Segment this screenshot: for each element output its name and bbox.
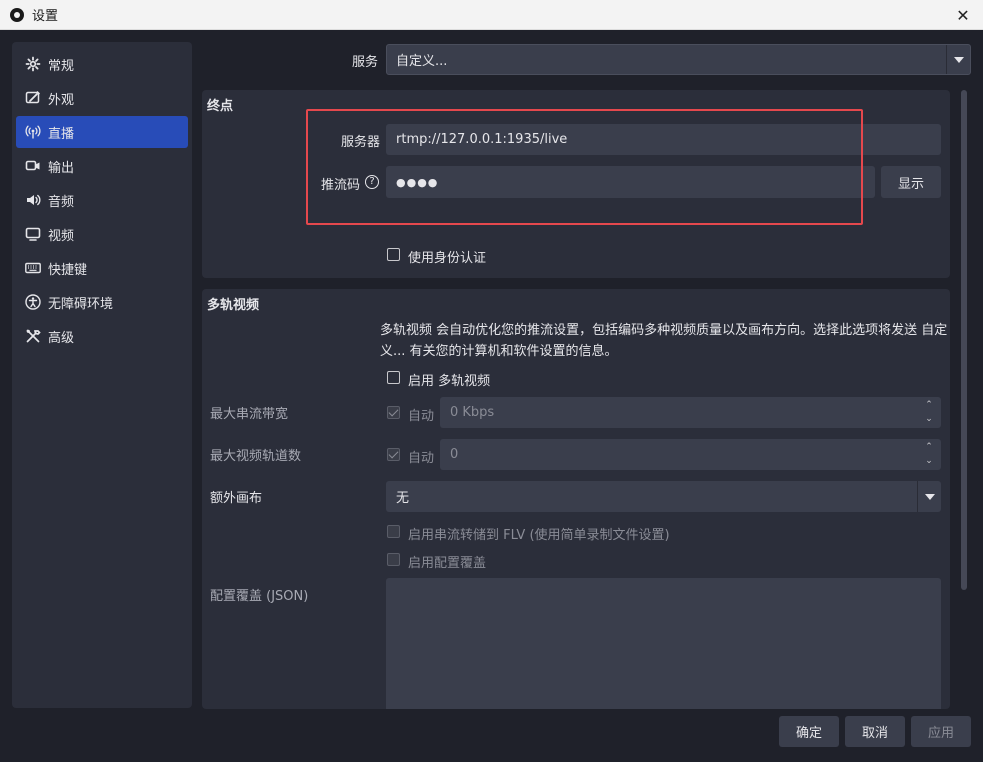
output-icon xyxy=(24,157,42,175)
sidebar-item-advanced[interactable]: 高级 xyxy=(16,320,188,352)
speaker-icon xyxy=(24,191,42,209)
sidebar-item-appearance[interactable]: 外观 xyxy=(16,82,188,114)
max-bitrate-spinbox[interactable]: 0 Kbps xyxy=(440,397,941,428)
sidebar-item-hotkeys[interactable]: 快捷键 xyxy=(16,252,188,284)
sidebar-item-label: 音频 xyxy=(48,194,75,210)
chevron-down-icon xyxy=(917,481,941,512)
sidebar-item-stream[interactable]: 直播 xyxy=(16,116,188,148)
help-icon[interactable]: ? xyxy=(365,175,379,189)
settings-sidebar: 常规 外观 直播 输出 音频 视频 快捷键 无障碍环境 高级 xyxy=(12,42,192,708)
max-bitrate-value: 0 Kbps xyxy=(450,405,495,420)
endpoint-title: 终点 xyxy=(207,99,234,114)
keyboard-icon xyxy=(24,259,42,277)
accessibility-icon xyxy=(24,293,42,311)
spin-down-icon[interactable]: ⌄ xyxy=(918,454,940,468)
sidebar-item-label: 高级 xyxy=(48,330,75,346)
sidebar-item-label: 视频 xyxy=(48,228,75,244)
extra-canvas-label: 额外画布 xyxy=(210,491,263,506)
sidebar-item-label: 无障碍环境 xyxy=(48,296,114,312)
service-select-value: 自定义... xyxy=(396,54,448,69)
sidebar-item-video[interactable]: 视频 xyxy=(16,218,188,250)
scrollbar-thumb[interactable] xyxy=(961,90,967,590)
chevron-down-icon xyxy=(946,45,970,74)
server-input[interactable]: rtmp://127.0.0.1:1935/live xyxy=(386,124,941,155)
broadcast-icon xyxy=(24,123,42,141)
sidebar-item-general[interactable]: 常规 xyxy=(16,48,188,80)
multitrack-title: 多轨视频 xyxy=(207,298,260,313)
config-json-textarea[interactable] xyxy=(386,578,941,709)
title-bar: 设置 ✕ xyxy=(0,0,983,30)
sidebar-item-label: 常规 xyxy=(48,58,75,74)
auth-checkbox[interactable] xyxy=(387,248,400,261)
multitrack-description: 多轨视频 会自动优化您的推流设置，包括编码多种视频质量以及画布方向。选择此选项将… xyxy=(380,323,948,359)
max-bitrate-label: 最大串流带宽 xyxy=(210,407,289,422)
spin-up-icon[interactable]: ⌃ xyxy=(918,398,940,412)
config-override-label: 启用配置覆盖 xyxy=(408,556,487,571)
max-bitrate-spin: ⌃ ⌄ xyxy=(918,398,940,426)
sidebar-item-label: 直播 xyxy=(48,126,75,142)
close-icon[interactable]: ✕ xyxy=(951,3,975,27)
max-bitrate-auto-label: 自动 xyxy=(408,409,435,424)
max-tracks-value: 0 xyxy=(450,447,459,462)
config-json-label: 配置覆盖 (JSON) xyxy=(210,589,309,604)
obs-logo-icon xyxy=(10,7,24,22)
max-tracks-spin: ⌃ ⌄ xyxy=(918,440,940,468)
config-override-checkbox[interactable] xyxy=(387,553,400,566)
sidebar-item-label: 外观 xyxy=(48,92,75,108)
enable-multitrack-checkbox[interactable] xyxy=(387,371,400,384)
apply-button[interactable]: 应用 xyxy=(911,716,971,747)
service-label: 服务 xyxy=(352,55,379,70)
max-tracks-auto-label: 自动 xyxy=(408,451,435,466)
appearance-icon xyxy=(24,89,42,107)
monitor-icon xyxy=(24,225,42,243)
gear-icon xyxy=(24,55,42,73)
max-tracks-auto-checkbox[interactable] xyxy=(387,448,400,461)
sidebar-item-label: 输出 xyxy=(48,160,75,176)
server-input-value: rtmp://127.0.0.1:1935/live xyxy=(396,132,568,147)
flv-dump-label: 启用串流转储到 FLV (使用简单录制文件设置) xyxy=(408,528,670,543)
spin-up-icon[interactable]: ⌃ xyxy=(918,440,940,454)
max-tracks-spinbox[interactable]: 0 xyxy=(440,439,941,470)
auth-label: 使用身份认证 xyxy=(408,251,487,266)
cancel-button[interactable]: 取消 xyxy=(845,716,905,747)
sidebar-item-label: 快捷键 xyxy=(48,262,88,278)
max-tracks-label: 最大视频轨道数 xyxy=(210,449,302,464)
show-streamkey-button[interactable]: 显示 xyxy=(881,166,941,198)
window-title: 设置 xyxy=(32,9,59,24)
sidebar-item-audio[interactable]: 音频 xyxy=(16,184,188,216)
sidebar-item-output[interactable]: 输出 xyxy=(16,150,188,182)
extra-canvas-value: 无 xyxy=(396,491,410,506)
streamkey-input-value: ●●●● xyxy=(396,175,439,189)
max-bitrate-auto-checkbox[interactable] xyxy=(387,406,400,419)
ok-button[interactable]: 确定 xyxy=(779,716,839,747)
streamkey-input[interactable]: ●●●● xyxy=(386,166,875,198)
spin-down-icon[interactable]: ⌄ xyxy=(918,412,940,426)
enable-multitrack-label: 启用 多轨视频 xyxy=(408,374,491,389)
tools-icon xyxy=(24,327,42,345)
server-label: 服务器 xyxy=(340,135,380,150)
extra-canvas-select[interactable]: 无 xyxy=(386,481,941,512)
service-select[interactable]: 自定义... xyxy=(386,44,971,75)
streamkey-label: 推流码 xyxy=(320,178,360,193)
flv-dump-checkbox[interactable] xyxy=(387,525,400,538)
sidebar-item-accessibility[interactable]: 无障碍环境 xyxy=(16,286,188,318)
